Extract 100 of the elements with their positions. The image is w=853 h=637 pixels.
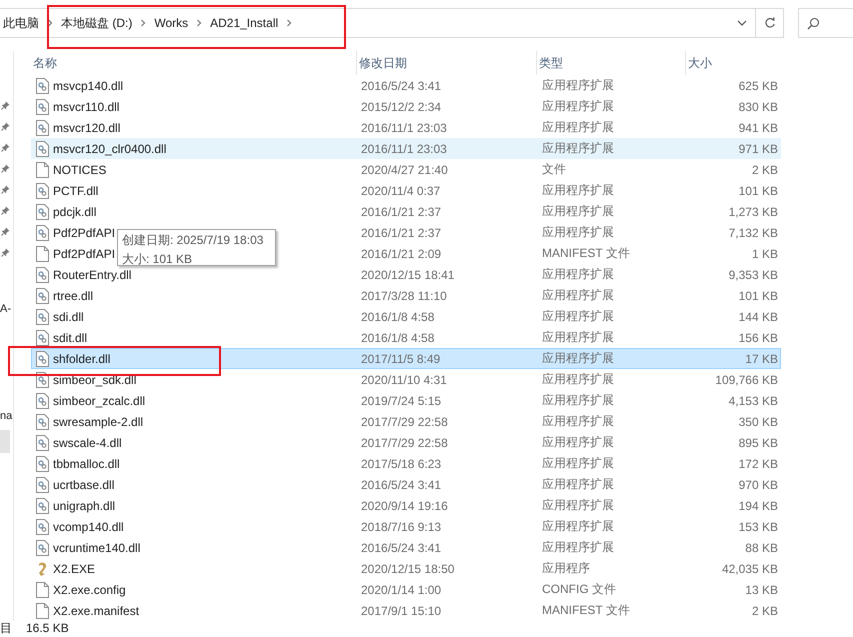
file-size: 42,035 KB — [720, 562, 779, 576]
file-name: X2.EXE — [53, 562, 96, 576]
dll-file-icon — [36, 308, 49, 324]
file-type: 应用程序扩展 — [541, 224, 615, 241]
file-name: tbbmalloc.dll — [53, 456, 120, 470]
file-type: 应用程序扩展 — [541, 371, 615, 388]
nav-label[interactable]: A- — [0, 303, 13, 315]
file-size: 101 KB — [738, 288, 779, 302]
modified-date: 2016/1/8 4:58 — [360, 310, 436, 324]
file-type: 应用程序扩展 — [541, 392, 615, 409]
file-size: 17 KB — [744, 352, 779, 366]
file-name: X2.exe.config — [53, 582, 126, 596]
chevron-icon — [195, 19, 204, 27]
file-row[interactable]: shfolder.dll 2017/11/5 8:49 应用程序扩展 17 KB — [31, 348, 781, 369]
modified-date: 2019/7/24 5:15 — [360, 394, 442, 408]
column-header[interactable]: 类型 — [537, 51, 686, 75]
file-name: Pdf2PdfAPI — [53, 246, 116, 260]
chevron-icon — [139, 19, 148, 27]
file-size: 2 KB — [750, 604, 779, 618]
file-name: NOTICES — [53, 162, 106, 176]
file-type: 应用程序扩展 — [541, 413, 615, 430]
file-icon — [36, 582, 49, 598]
refresh-button[interactable] — [756, 8, 784, 38]
modified-date: 2020/1/14 1:00 — [360, 582, 442, 596]
dll-file-icon — [36, 204, 49, 220]
nav-label[interactable]: na — [0, 410, 13, 422]
dll-file-icon — [36, 140, 49, 156]
file-name: msvcr120_clr0400.dll — [53, 142, 166, 156]
modified-date: 2016/11/1 23:03 — [360, 142, 448, 156]
chevron-icon — [285, 19, 294, 27]
dropdown-icon — [737, 19, 747, 27]
modified-date: 2015/12/2 2:34 — [360, 100, 442, 114]
modified-date: 2017/7/29 22:58 — [360, 436, 449, 450]
dll-file-icon — [36, 414, 49, 430]
app-icon — [36, 560, 49, 576]
file-icon — [36, 602, 49, 618]
dll-file-icon — [36, 182, 49, 198]
file-size: 109,766 KB — [714, 372, 779, 386]
dll-file-icon — [36, 518, 49, 534]
column-header[interactable]: 名称 — [31, 51, 357, 75]
file-type: MANIFEST 文件 — [541, 245, 631, 262]
file-name: swresample-2.dll — [53, 414, 144, 428]
modified-date: 2016/5/24 3:41 — [360, 540, 442, 554]
file-size: 1 KB — [750, 246, 779, 260]
file-size: 13 KB — [744, 582, 779, 596]
tooltip-text: 创建日期: 2025/7/19 18:03 — [122, 232, 264, 249]
file-name: X2.exe.manifest — [53, 604, 140, 618]
dll-file-icon — [36, 330, 49, 346]
modified-date: 2020/12/15 18:50 — [360, 562, 456, 576]
file-type: 应用程序扩展 — [541, 182, 615, 199]
file-type: 应用程序扩展 — [541, 287, 615, 304]
modified-date: 2016/1/21 2:37 — [360, 204, 442, 218]
file-size: 971 KB — [738, 142, 779, 156]
file-name: PCTF.dll — [53, 184, 98, 198]
file-size: 2 KB — [750, 162, 779, 176]
modified-date: 2017/9/1 15:10 — [360, 604, 442, 618]
status-text: 16.5 KB — [26, 621, 69, 635]
dll-file-icon — [36, 434, 49, 450]
column-header[interactable]: 大小 — [686, 51, 781, 75]
dll-file-icon — [36, 98, 49, 114]
file-name: simbeor_zcalc.dll — [53, 394, 146, 408]
file-name: vcruntime140.dll — [53, 540, 140, 554]
file-size: 895 KB — [738, 436, 779, 450]
search-field[interactable] — [798, 8, 853, 38]
breadcrumb-item[interactable]: Works — [149, 16, 194, 30]
scroll-thumb[interactable] — [0, 430, 10, 453]
dll-file-icon — [36, 224, 49, 240]
breadcrumb-item[interactable]: 此电脑 — [3, 14, 44, 32]
file-size: 941 KB — [738, 120, 779, 134]
file-type: 文件 — [541, 161, 567, 178]
modified-date: 2020/12/15 18:41 — [360, 268, 456, 282]
dll-file-icon — [36, 392, 49, 408]
breadcrumb-item[interactable]: 本地磁盘 (D:) — [56, 14, 138, 32]
file-type: 应用程序扩展 — [541, 77, 615, 94]
file-size: 9,353 KB — [728, 268, 779, 282]
breadcrumb-item[interactable]: AD21_Install — [205, 16, 284, 30]
modified-date: 2017/5/18 6:23 — [360, 456, 442, 470]
modified-date: 2016/5/24 3:41 — [360, 478, 442, 492]
file-name: rtree.dll — [53, 288, 94, 302]
file-type: 应用程序扩展 — [541, 455, 615, 472]
dll-file-icon — [36, 540, 49, 556]
file-name: ucrtbase.dll — [53, 478, 114, 492]
file-name: pdcjk.dll — [53, 204, 96, 218]
file-name: unigraph.dll — [53, 498, 116, 512]
search-icon — [807, 16, 820, 30]
dll-file-icon — [36, 498, 49, 514]
file-size: 156 KB — [738, 330, 779, 344]
address-bar[interactable]: 此电脑 本地磁盘 (D:) Works AD21_Install — [0, 8, 756, 38]
file-name: sdi.dll — [53, 310, 84, 324]
modified-date: 2016/1/21 2:09 — [360, 246, 442, 260]
dll-file-icon — [36, 350, 49, 366]
file-name: shfolder.dll — [53, 352, 110, 366]
refresh-icon — [764, 17, 776, 29]
modified-date: 2020/11/10 4:31 — [360, 372, 448, 386]
column-header[interactable]: 修改日期 — [357, 51, 537, 75]
modified-date: 2017/7/29 22:58 — [360, 414, 449, 428]
file-icon — [36, 162, 49, 178]
file-row[interactable]: msvcr120_clr0400.dll 2016/11/1 23:03 应用程序扩展 971 KB — [31, 138, 781, 159]
status-text: 目 — [0, 621, 12, 635]
modified-date: 2016/1/21 2:37 — [360, 226, 442, 240]
